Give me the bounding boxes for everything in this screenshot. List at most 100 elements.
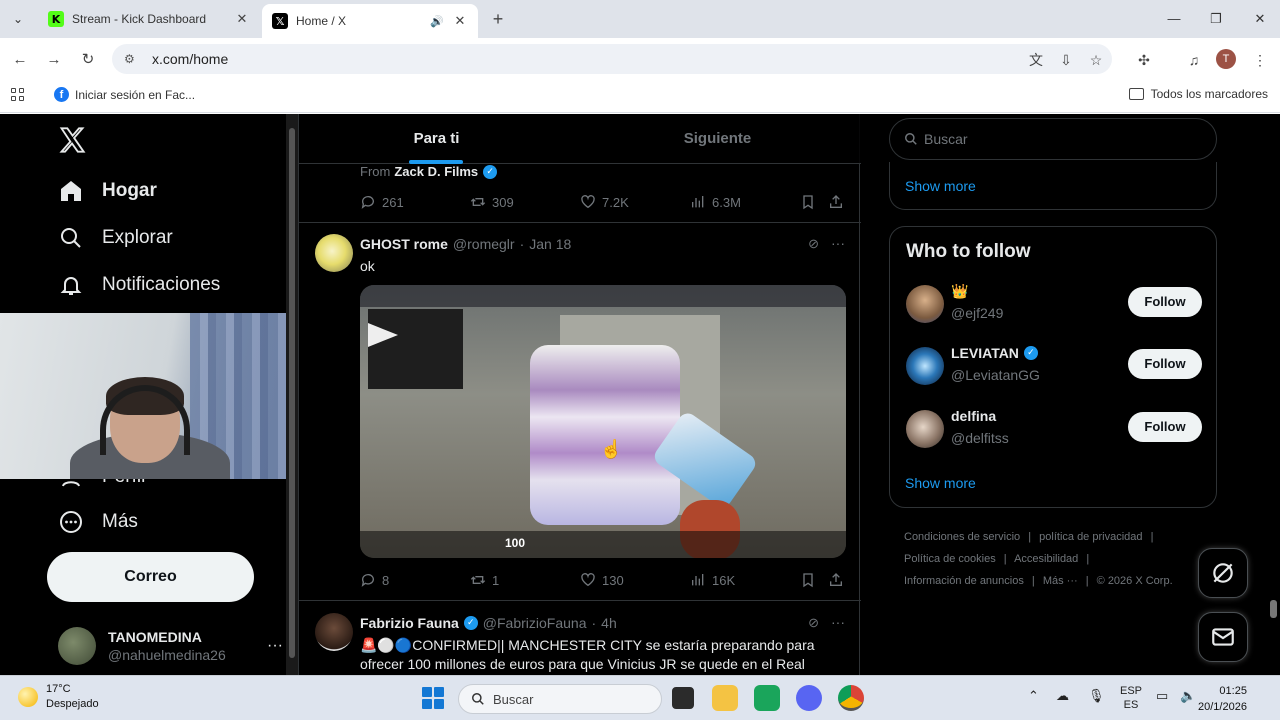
account-name[interactable]: 👑	[951, 283, 968, 300]
grok-fab-button[interactable]	[1198, 548, 1248, 598]
bookmark-icon[interactable]	[800, 194, 822, 210]
author-handle[interactable]: @romeglr	[453, 236, 515, 252]
close-tab-icon[interactable]: ✕	[234, 11, 250, 27]
author-handle[interactable]: @FabrizioFauna	[483, 615, 587, 631]
tab-following[interactable]: Siguiente	[574, 114, 861, 164]
system-clock[interactable]: 01:25 20/1/2026	[1198, 683, 1247, 715]
post-date[interactable]: 4h	[601, 615, 617, 631]
site-info-icon[interactable]: ⚙	[124, 52, 142, 66]
more-dots-icon[interactable]: ···	[831, 235, 845, 251]
avatar[interactable]	[906, 410, 944, 448]
post-date[interactable]: Jan 18	[529, 236, 571, 252]
x-logo-icon[interactable]	[58, 126, 86, 154]
grok-icon[interactable]: ⊘	[808, 236, 819, 252]
views-button[interactable]: 6.3M	[690, 194, 741, 210]
follow-suggestion[interactable]: 👑 @ejf249 Follow	[906, 283, 1202, 327]
volume-icon[interactable]: 🔈	[1180, 688, 1196, 704]
share-icon[interactable]	[828, 572, 850, 588]
more-dots-icon[interactable]: ···	[831, 614, 845, 630]
show-hidden-icons-icon[interactable]: ⌃	[1028, 688, 1039, 704]
footer-link-more[interactable]: Más ···	[1043, 575, 1078, 587]
search-input[interactable]: Buscar	[889, 118, 1217, 160]
whatsapp-icon[interactable]	[754, 685, 780, 711]
chrome-icon[interactable]	[838, 685, 864, 711]
forward-button[interactable]: →	[42, 48, 66, 72]
back-button[interactable]: ←	[8, 48, 32, 72]
browser-menu-icon[interactable]: ⋮	[1248, 48, 1272, 72]
media-control-icon[interactable]: ♫	[1182, 48, 1206, 72]
all-bookmarks-button[interactable]: Todos los marcadores	[1128, 87, 1268, 101]
repost-button[interactable]: 309	[470, 194, 514, 210]
avatar[interactable]	[315, 234, 353, 272]
reply-button[interactable]: 8	[360, 572, 389, 588]
close-window-button[interactable]: ✕	[1238, 0, 1280, 38]
more-dots-icon[interactable]: ···	[267, 637, 283, 655]
grok-icon[interactable]: ⊘	[808, 615, 819, 631]
translate-icon[interactable]: 文	[1024, 48, 1048, 72]
author-name[interactable]: Fabrizio Fauna	[360, 615, 459, 631]
discord-icon[interactable]	[796, 685, 822, 711]
share-icon[interactable]	[828, 194, 850, 210]
left-scrollbar[interactable]	[286, 114, 298, 675]
nav-home[interactable]: Hogar	[58, 178, 157, 204]
onedrive-cloud-icon[interactable]: ☁	[1056, 688, 1069, 704]
post-video[interactable]: 100 ☝	[360, 285, 846, 558]
like-button[interactable]: 130	[580, 572, 624, 588]
language-indicator[interactable]: ESP ES	[1120, 684, 1142, 712]
bookmark-facebook[interactable]: f Iniciar sesión en Fac...	[54, 87, 195, 102]
post-button[interactable]: Correo	[47, 552, 254, 602]
from-author[interactable]: Zack D. Films	[394, 164, 478, 179]
nav-explore[interactable]: Explorar	[58, 225, 173, 251]
follow-button[interactable]: Follow	[1128, 349, 1202, 379]
windows-start-icon[interactable]	[422, 687, 444, 709]
address-bar[interactable]: ⚙ x.com/home	[112, 44, 1112, 74]
nav-more[interactable]: Más	[58, 509, 138, 535]
maximize-button[interactable]: ❐	[1194, 0, 1238, 38]
follow-suggestion[interactable]: LEVIATAN ✓ @LeviatanGG Follow	[906, 345, 1202, 389]
follow-suggestion[interactable]: delfina @delfitss Follow	[906, 408, 1202, 452]
profile-avatar[interactable]: T	[1216, 49, 1236, 69]
page-scrollbar[interactable]	[1266, 114, 1280, 675]
apps-grid-icon[interactable]	[11, 88, 27, 104]
extensions-icon[interactable]: ✣	[1132, 48, 1156, 72]
account-switcher[interactable]: TANOMEDINA @nahuelmedina26 ···	[58, 626, 283, 666]
nav-notifications[interactable]: Notificaciones	[58, 272, 220, 298]
file-explorer-icon[interactable]	[712, 685, 738, 711]
footer-link-terms[interactable]: Condiciones de servicio	[904, 531, 1020, 543]
reply-button[interactable]: 261	[360, 194, 404, 210]
show-more-link[interactable]: Show more	[905, 178, 976, 194]
minimize-button[interactable]: —	[1152, 0, 1196, 38]
reload-button[interactable]: ↻	[76, 48, 100, 72]
new-tab-button[interactable]: +	[488, 9, 508, 29]
author-name[interactable]: GHOST rome	[360, 236, 448, 252]
tab-x-home[interactable]: 𝕏 Home / X 🔊 ✕	[262, 4, 478, 38]
avatar[interactable]	[906, 285, 944, 323]
account-name[interactable]: LEVIATAN ✓	[951, 345, 1038, 361]
speaker-icon[interactable]: 🔊	[428, 15, 446, 28]
messages-fab-button[interactable]	[1198, 612, 1248, 662]
network-icon[interactable]: ▭	[1156, 688, 1168, 704]
views-button[interactable]: 16K	[690, 572, 735, 588]
bookmark-icon[interactable]	[800, 572, 822, 588]
avatar[interactable]	[906, 347, 944, 385]
close-tab-icon[interactable]: ✕	[452, 13, 468, 29]
follow-button[interactable]: Follow	[1128, 287, 1202, 317]
tab-search-menu-button[interactable]: ⌄	[8, 9, 28, 29]
tab-for-you[interactable]: Para ti	[299, 114, 574, 164]
follow-button[interactable]: Follow	[1128, 412, 1202, 442]
avatar[interactable]	[315, 613, 353, 651]
footer-link-ads-info[interactable]: Información de anuncios	[904, 575, 1024, 587]
footer-link-cookies[interactable]: Política de cookies	[904, 553, 996, 565]
footer-link-accessibility[interactable]: Accesibilidad	[1014, 553, 1078, 565]
weather-widget[interactable]: 17°C Despejado	[18, 682, 99, 712]
microphone-icon[interactable]: 🎙	[1088, 688, 1105, 704]
account-name[interactable]: delfina	[951, 408, 996, 424]
install-app-icon[interactable]: ⇩	[1054, 48, 1078, 72]
like-button[interactable]: 7.2K	[580, 194, 629, 210]
tab-kick-dashboard[interactable]: K Stream - Kick Dashboard ✕	[38, 4, 260, 34]
show-more-link[interactable]: Show more	[905, 475, 976, 491]
task-view-icon[interactable]	[670, 685, 696, 711]
footer-link-privacy[interactable]: política de privacidad	[1039, 531, 1142, 543]
repost-button[interactable]: 1	[470, 572, 499, 588]
taskbar-search[interactable]: Buscar	[458, 684, 662, 714]
